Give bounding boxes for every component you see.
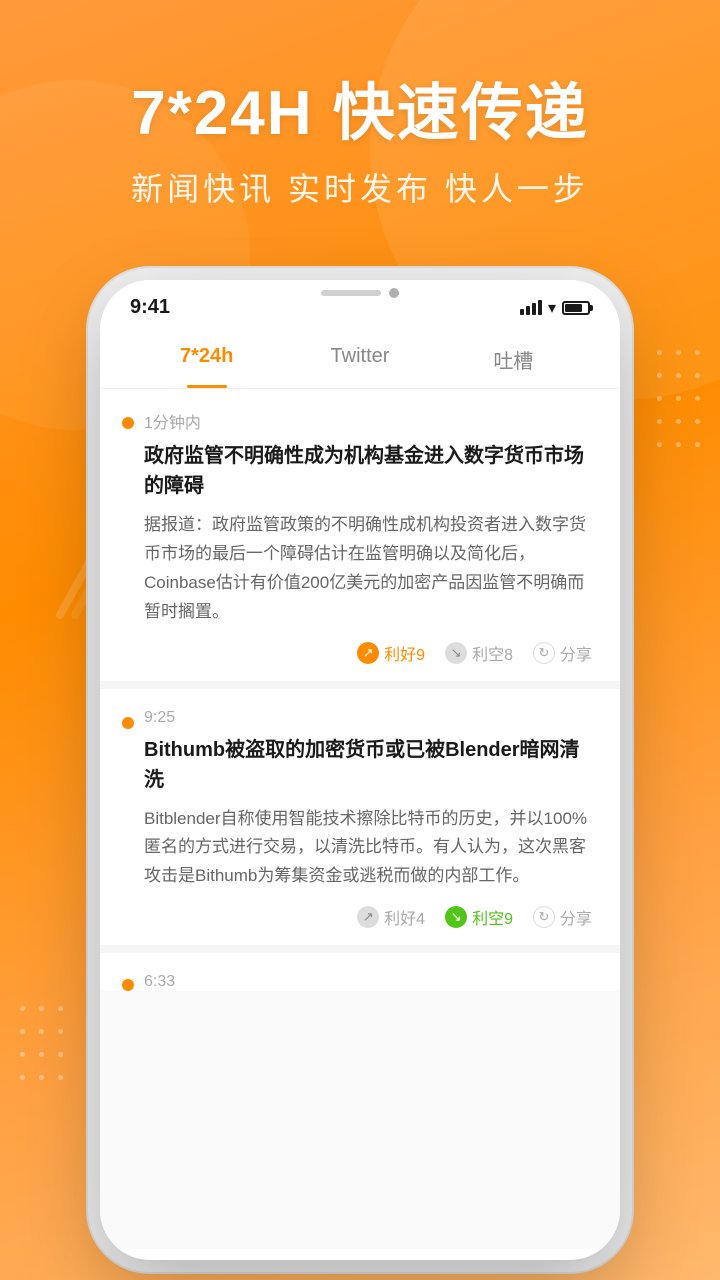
dots-right — [657, 350, 700, 447]
wifi-icon: ▾ — [548, 298, 556, 318]
tab-7x24h[interactable]: 7*24h — [130, 335, 283, 388]
news-dot-2 — [122, 717, 134, 729]
share-icon-2: ↻ — [533, 906, 555, 928]
share-icon-1: ↻ — [533, 642, 555, 664]
news-dot-3 — [122, 979, 134, 991]
news-actions-1: ↗ 利好9 ↘ 利空8 ↻ 分享 — [144, 641, 592, 665]
header-area: 7*24H 快速传递 新闻快讯 实时发布 快人一步 — [0, 80, 720, 210]
notch-area — [321, 288, 399, 298]
status-icons: ▾ — [520, 298, 590, 318]
bearish-button-2[interactable]: ↘ 利空9 — [445, 905, 513, 929]
header-title: 7*24H 快速传递 — [60, 80, 660, 148]
bullish-button-1[interactable]: ↗ 利好9 — [357, 641, 425, 665]
header-subtitle: 新闻快讯 实时发布 快人一步 — [60, 164, 660, 210]
camera — [389, 288, 399, 298]
tab-twitter[interactable]: Twitter — [283, 335, 436, 388]
news-time-3: 6:33 — [144, 973, 592, 991]
news-body-2: Bitblender自称使用智能技术擦除比特币的历史，并以100%匿名的方式进行… — [144, 805, 592, 892]
bearish-button-1[interactable]: ↘ 利空8 — [445, 641, 513, 665]
dots-left — [20, 1006, 63, 1080]
signal-icon — [520, 300, 542, 315]
bullish-button-2[interactable]: ↗ 利好4 — [357, 905, 425, 929]
news-dot-1 — [122, 417, 134, 429]
speaker — [321, 290, 381, 296]
status-time: 9:41 — [130, 296, 170, 319]
bearish-icon-1: ↘ — [445, 642, 467, 664]
bearish-icon-2: ↘ — [445, 906, 467, 928]
news-time-2: 9:25 — [144, 709, 592, 727]
bullish-icon-1: ↗ — [357, 642, 379, 664]
news-item-3: 6:33 — [100, 953, 620, 991]
news-body-1: 据报道：政府监管政策的不明确性成机构投资者进入数字货币市场的最后一个障碍估计在监… — [144, 511, 592, 627]
share-button-2[interactable]: ↻ 分享 — [533, 905, 592, 929]
tab-tuhao[interactable]: 吐槽 — [437, 335, 590, 388]
news-time-1: 1分钟内 — [144, 409, 592, 433]
news-title-2: Bithumb被盗取的加密货币或已被Blender暗网清洗 — [144, 735, 592, 795]
news-actions-2: ↗ 利好4 ↘ 利空9 ↻ 分享 — [144, 905, 592, 929]
bullish-icon-2: ↗ — [357, 906, 379, 928]
news-item-1: 1分钟内 政府监管不明确性成为机构基金进入数字货币市场的障碍 据报道：政府监管政… — [100, 389, 620, 689]
phone-frame: 9:41 ▾ 7*24h — [100, 280, 620, 1260]
share-button-1[interactable]: ↻ 分享 — [533, 641, 592, 665]
phone-mockup: 9:41 ▾ 7*24h — [100, 280, 620, 1260]
news-feed: 1分钟内 政府监管不明确性成为机构基金进入数字货币市场的障碍 据报道：政府监管政… — [100, 389, 620, 1249]
status-bar: 9:41 ▾ — [100, 280, 620, 327]
news-item-2: 9:25 Bithumb被盗取的加密货币或已被Blender暗网清洗 Bitbl… — [100, 689, 620, 954]
news-title-1: 政府监管不明确性成为机构基金进入数字货币市场的障碍 — [144, 441, 592, 501]
tabs-bar: 7*24h Twitter 吐槽 — [100, 327, 620, 389]
battery-icon — [562, 301, 590, 315]
